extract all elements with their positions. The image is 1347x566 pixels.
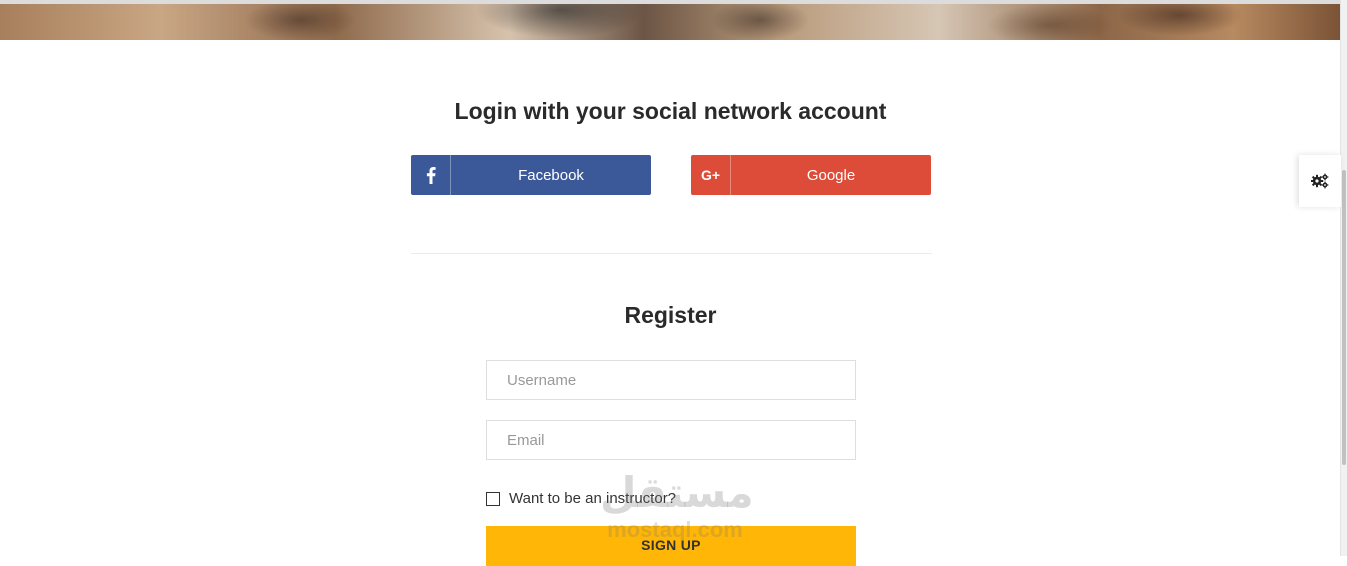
instructor-checkbox[interactable] <box>486 491 500 506</box>
google-plus-icon: G+ <box>691 155 731 195</box>
signup-button[interactable]: SIGN UP <box>486 526 856 566</box>
register-title: Register <box>624 302 717 328</box>
gears-icon <box>1311 173 1329 189</box>
facebook-login-label: Facebook <box>518 166 584 184</box>
username-field[interactable] <box>486 360 856 400</box>
scrollbar[interactable] <box>1340 0 1347 556</box>
top-border <box>0 0 1341 4</box>
facebook-login-button[interactable]: Facebook <box>411 155 651 195</box>
social-login-title: Login with your social network account <box>454 98 887 124</box>
instructor-option[interactable]: Want to be an instructor? <box>486 490 676 507</box>
google-login-label: Google <box>806 166 856 184</box>
google-login-button[interactable]: G+ Google <box>691 155 931 195</box>
email-field[interactable] <box>486 420 856 460</box>
scrollbar-thumb[interactable] <box>1342 170 1346 465</box>
instructor-label: Want to be an instructor? <box>509 490 677 507</box>
facebook-icon <box>411 155 451 195</box>
section-divider <box>411 253 932 254</box>
settings-panel-toggle[interactable] <box>1299 155 1341 207</box>
hero-banner <box>0 0 1341 40</box>
